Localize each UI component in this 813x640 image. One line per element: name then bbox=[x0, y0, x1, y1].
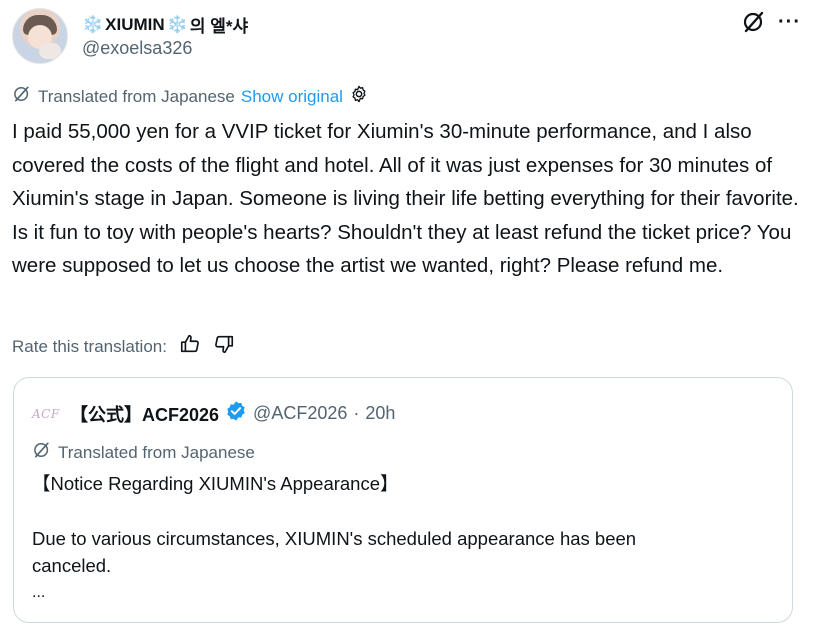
separator-dot: · bbox=[353, 403, 360, 423]
quoted-timestamp[interactable]: 20h bbox=[365, 403, 395, 424]
rate-translation: Rate this translation: bbox=[12, 333, 235, 360]
rate-label: Rate this translation: bbox=[12, 336, 167, 356]
verified-badge-icon bbox=[225, 400, 247, 427]
translated-label: Translated from Japanese bbox=[38, 86, 235, 106]
snowflake-icon: ❄️ bbox=[82, 14, 104, 34]
author-name-suffix: 의 엘*샤 bbox=[189, 17, 249, 36]
tweet-header: ❄️ XIUMIN ❄️ 의 엘*샤 @exoelsa326 ··· bbox=[12, 4, 801, 64]
gear-icon[interactable] bbox=[349, 84, 369, 109]
quoted-ellipsis: ... bbox=[32, 584, 46, 601]
thumbs-down-icon[interactable] bbox=[213, 333, 235, 360]
quoted-title: 【Notice Regarding XIUMIN's Appearance】 bbox=[32, 473, 399, 494]
tweet-text: I paid 55,000 yen for a VVIP ticket for … bbox=[12, 120, 799, 277]
quoted-body-line: Due to various circumstances, XIUMIN's s… bbox=[32, 528, 637, 549]
quoted-author-name[interactable]: 【公式】ACF2026 bbox=[70, 401, 219, 427]
translate-icon bbox=[32, 440, 52, 465]
quoted-translation-notice: Translated from Japanese bbox=[32, 440, 255, 465]
quoted-tweet-header: ACF 【公式】ACF2026 @ACF2026 · 20h bbox=[32, 400, 395, 427]
author-name: XIUMIN bbox=[105, 14, 165, 34]
author-handle[interactable]: @exoelsa326 bbox=[82, 38, 192, 59]
more-options-icon[interactable]: ··· bbox=[778, 12, 801, 32]
show-original-link[interactable]: Show original bbox=[241, 87, 343, 107]
snowflake-icon: ❄️ bbox=[166, 14, 188, 34]
quoted-avatar-logo[interactable]: ACF bbox=[32, 407, 64, 421]
quoted-author-handle[interactable]: @ACF2026 bbox=[253, 403, 347, 424]
translate-icon bbox=[12, 84, 32, 109]
grok-icon[interactable] bbox=[742, 10, 766, 34]
thumbs-up-icon[interactable] bbox=[179, 333, 201, 360]
quoted-tweet[interactable]: ACF 【公式】ACF2026 @ACF2026 · 20h Translate… bbox=[13, 377, 793, 623]
translation-notice: Translated from Japanese Show original bbox=[12, 84, 369, 109]
quoted-body-line: canceled. bbox=[32, 555, 112, 576]
quoted-translated-label: Translated from Japanese bbox=[58, 442, 255, 462]
author-display-name[interactable]: ❄️ XIUMIN ❄️ 의 엘*샤 bbox=[82, 12, 248, 37]
avatar[interactable] bbox=[12, 8, 68, 64]
